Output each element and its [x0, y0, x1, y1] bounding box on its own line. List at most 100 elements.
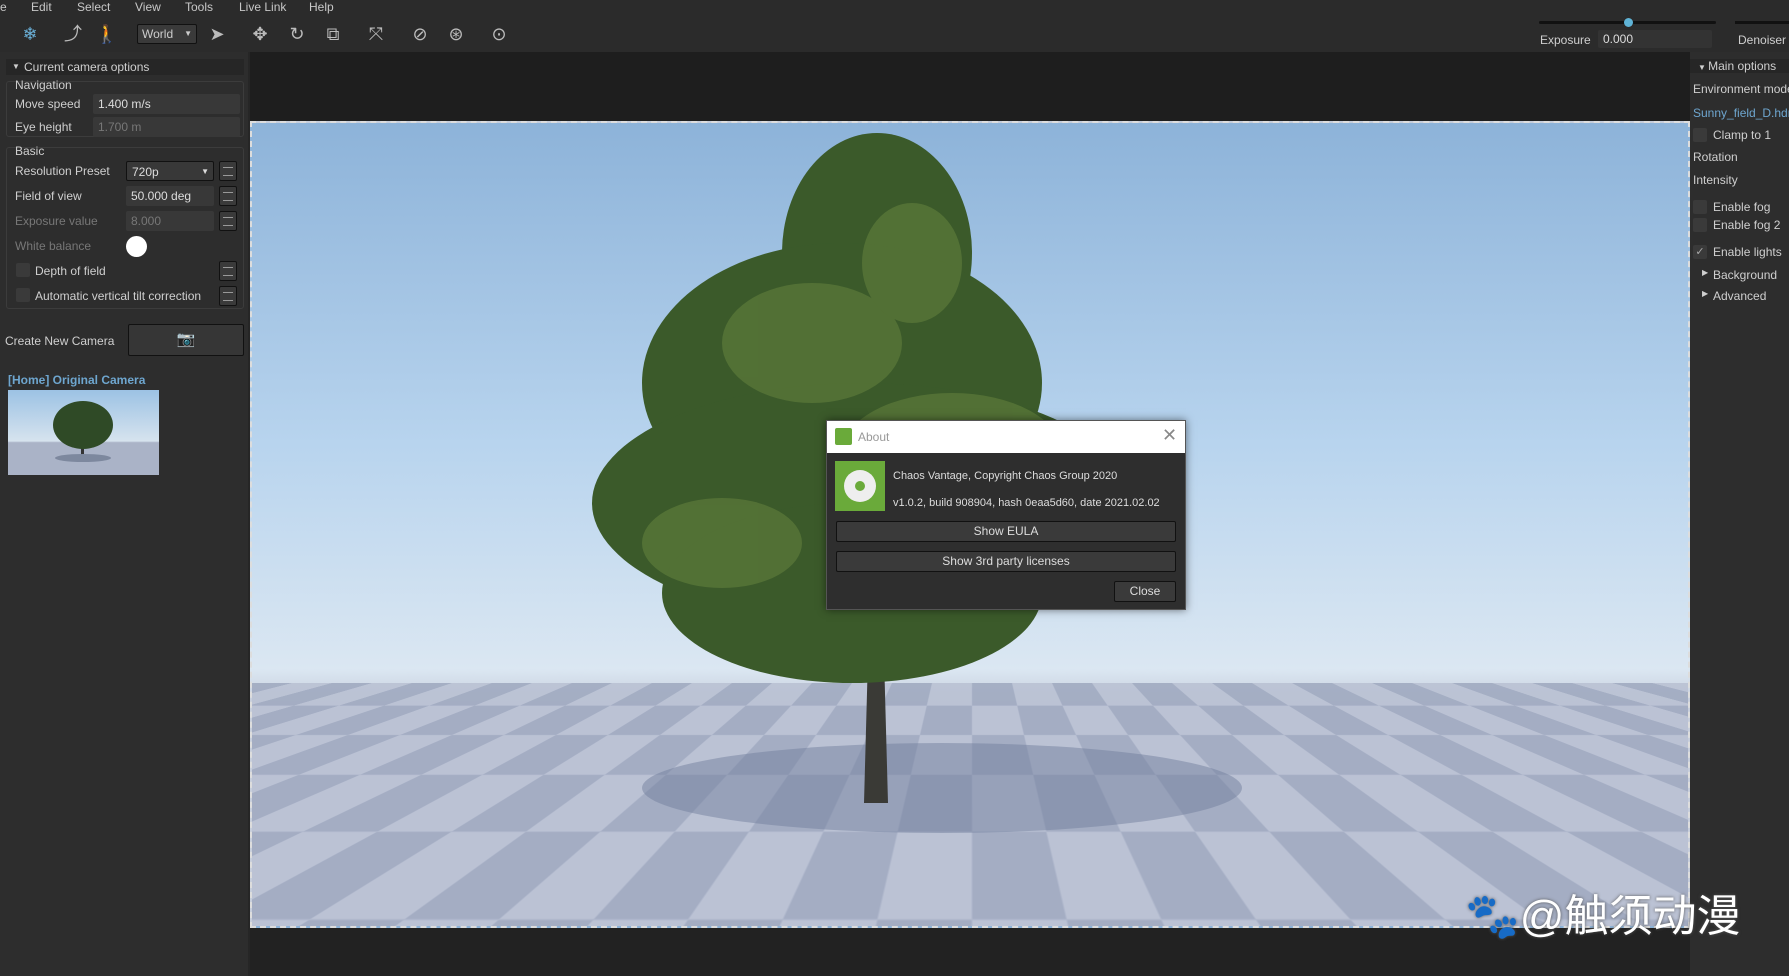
collapse-icon: ▼: [1698, 63, 1709, 72]
exposure-value-label: Exposure value: [15, 214, 98, 228]
viewport-top: [250, 52, 1690, 121]
paw-icon: 🐾: [1465, 892, 1520, 941]
exposure-value-input[interactable]: 8.000: [126, 211, 214, 231]
rotation-label: Rotation: [1693, 150, 1738, 164]
create-camera-button[interactable]: 📷: [128, 324, 244, 356]
env-mode-label: Environment mode: [1693, 82, 1789, 96]
background-section[interactable]: Background: [1713, 268, 1777, 282]
close-button[interactable]: Close: [1114, 581, 1176, 602]
dof-checkbox[interactable]: [16, 263, 30, 277]
fov-input[interactable]: 50.000 deg: [126, 186, 214, 206]
scale-icon[interactable]: ⧉: [321, 22, 345, 46]
menu-select[interactable]: Select: [77, 0, 110, 14]
expand-icon: ▶: [1702, 289, 1709, 298]
menu-view[interactable]: View: [135, 0, 161, 14]
create-camera-label: Create New Camera: [5, 334, 115, 348]
fov-options-button[interactable]: [219, 186, 237, 206]
fog2-label: Enable fog 2: [1713, 218, 1781, 232]
expand-icon: ▶: [1702, 268, 1709, 277]
resolution-dropdown[interactable]: 720p ▼: [126, 161, 214, 181]
white-balance-swatch[interactable]: [126, 236, 147, 257]
chaos-logo-icon: [835, 461, 885, 511]
menu-file[interactable]: e: [0, 0, 7, 14]
app-logo-icon: [835, 428, 852, 445]
tree-thumbnail-icon: [53, 401, 113, 462]
env-file-link[interactable]: Sunny_field_D.hdr: [1693, 106, 1789, 120]
resolution-label: Resolution Preset: [15, 164, 110, 178]
denoiser-slider[interactable]: [1735, 21, 1789, 24]
header-label: Main options: [1708, 59, 1777, 73]
collapse-icon: ▼: [12, 62, 20, 71]
menu-tools[interactable]: Tools: [185, 0, 213, 14]
path-icon[interactable]: ⤴: [61, 22, 85, 46]
exposure-options-button[interactable]: [219, 211, 237, 231]
copyright-text: Chaos Vantage, Copyright Chaos Group 202…: [893, 470, 1118, 482]
watermark-text: @触须动漫: [1519, 892, 1741, 941]
dof-label: Depth of field: [35, 264, 106, 278]
exposure-label: Exposure: [1540, 33, 1591, 47]
camera-thumbnail[interactable]: [8, 390, 159, 475]
lights-checkbox[interactable]: ✓: [1693, 245, 1707, 259]
intensity-label: Intensity: [1693, 173, 1738, 187]
chevron-down-icon: ▼: [201, 167, 209, 176]
lights-label: Enable lights: [1713, 245, 1782, 259]
fog-checkbox[interactable]: [1693, 200, 1707, 214]
show-licenses-button[interactable]: Show 3rd party licenses: [836, 551, 1176, 572]
move-icon[interactable]: ✥: [248, 22, 272, 46]
tilt-options-button[interactable]: [219, 286, 237, 306]
target-icon[interactable]: ⊙: [487, 22, 511, 46]
eye-height-input[interactable]: 1.700 m: [93, 117, 240, 137]
exposure-input[interactable]: 0.000: [1598, 30, 1712, 48]
about-dialog: About ✕ Chaos Vantage, Copyright Chaos G…: [826, 420, 1186, 610]
axis-icon[interactable]: ⤧: [364, 22, 388, 46]
exposure-slider-knob[interactable]: [1623, 18, 1633, 27]
dof-options-button[interactable]: [219, 261, 237, 281]
advanced-section[interactable]: Advanced: [1713, 289, 1766, 303]
white-balance-label: White balance: [15, 239, 92, 253]
move-speed-input[interactable]: 1.400 m/s: [93, 94, 240, 114]
menu-edit[interactable]: Edit: [31, 0, 52, 14]
menu-bar: e Edit Select View Tools Live Link Help: [0, 0, 1789, 16]
toolbar: ❄ ⤴ 🚶 World ▼ ➤ ✥ ↻ ⧉ ⤧ ⊘ ⊛ ⊙ Exposure 0.…: [0, 16, 1789, 52]
clamp-label: Clamp to 1: [1713, 128, 1772, 142]
tilt-checkbox[interactable]: [16, 288, 30, 302]
move-speed-label: Move speed: [15, 97, 81, 111]
menu-help[interactable]: Help: [309, 0, 334, 14]
fog2-checkbox[interactable]: [1693, 218, 1707, 232]
show-eula-button[interactable]: Show EULA: [836, 521, 1176, 542]
basic-title: Basic: [15, 144, 45, 158]
resolution-value: 720p: [132, 165, 159, 179]
camera-name[interactable]: [Home] Original Camera: [8, 373, 145, 387]
rotate-icon[interactable]: ↻: [285, 22, 309, 46]
fog-label: Enable fog: [1713, 200, 1771, 214]
menu-live-link[interactable]: Live Link: [239, 0, 286, 14]
navigation-title: Navigation: [15, 78, 72, 92]
main-options-header[interactable]: ▼ Main options: [1690, 59, 1789, 73]
camera-options-panel: ▼ Current camera options Navigation Move …: [0, 52, 248, 976]
dialog-title-bar: About ✕: [827, 421, 1185, 453]
denoiser-label: Denoiser: [1738, 33, 1787, 47]
fov-label: Field of view: [15, 189, 82, 203]
clamp-checkbox[interactable]: [1693, 128, 1707, 142]
exposure-slider[interactable]: [1539, 18, 1716, 27]
eye-height-label: Eye height: [15, 120, 72, 134]
space-dropdown[interactable]: World ▼: [137, 24, 197, 44]
orbit-icon[interactable]: ⊘: [408, 22, 432, 46]
version-text: v1.0.2, build 908904, hash 0eaa5d60, dat…: [893, 497, 1160, 509]
check-icon: ✓: [1695, 246, 1705, 258]
scene-icon[interactable]: ❄: [18, 22, 42, 46]
space-value: World: [142, 27, 174, 41]
watermark: 🐾@触须动漫: [1465, 880, 1740, 944]
mouse-icon[interactable]: ⊛: [444, 22, 468, 46]
walk-icon[interactable]: 🚶: [95, 22, 119, 46]
select-icon[interactable]: ➤: [205, 22, 229, 46]
camera-options-header[interactable]: ▼ Current camera options: [6, 59, 244, 75]
resolution-options-button[interactable]: [219, 161, 237, 181]
main-options-panel: ▼ Main options Environment mode Sunny_fi…: [1690, 52, 1789, 976]
camera-add-icon: 📷: [176, 331, 196, 348]
chevron-down-icon: ▼: [184, 29, 192, 38]
dialog-title: About: [858, 430, 890, 444]
header-label: Current camera options: [24, 60, 150, 74]
tilt-label: Automatic vertical tilt correction: [35, 289, 202, 303]
close-icon[interactable]: ✕: [1162, 425, 1177, 446]
